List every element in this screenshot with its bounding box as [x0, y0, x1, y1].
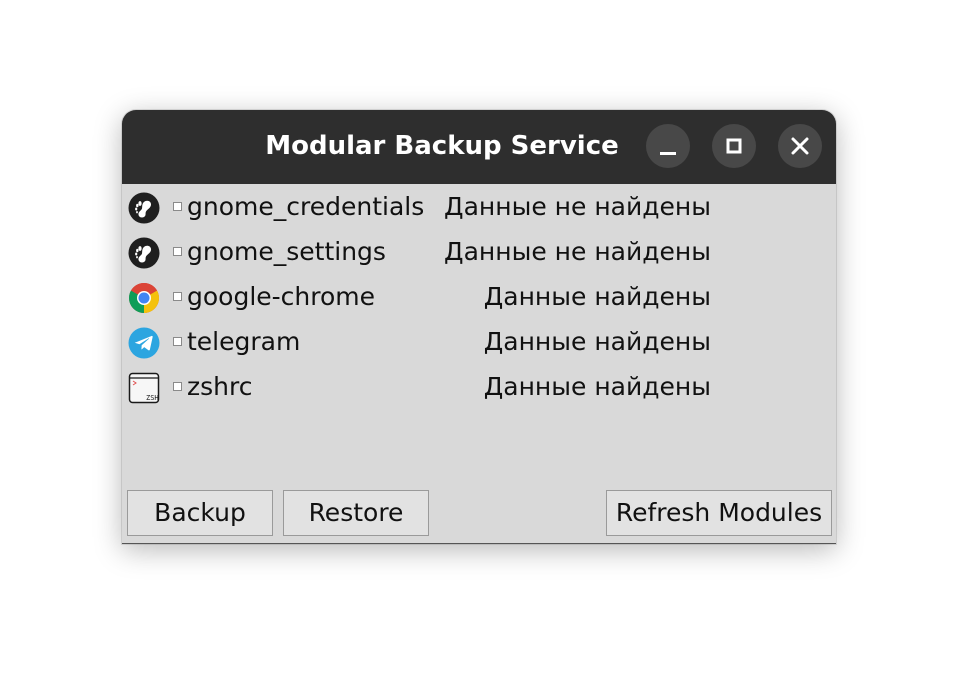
minimize-button[interactable] — [646, 124, 690, 168]
module-name: google-chrome — [187, 282, 376, 311]
module-name: telegram — [187, 327, 301, 356]
telegram-icon — [128, 327, 160, 359]
list-item: gnome_credentials Данные не найдены — [122, 188, 836, 228]
module-checkbox[interactable] — [173, 292, 182, 301]
module-checkbox[interactable] — [173, 337, 182, 346]
chrome-icon — [128, 282, 160, 313]
module-name: zshrc — [187, 372, 253, 401]
gnome-icon — [128, 237, 160, 269]
close-button[interactable] — [778, 124, 822, 168]
list-item: google-chrome Данные найдены — [122, 278, 836, 318]
module-name: gnome_settings — [187, 237, 386, 266]
backup-button[interactable]: Backup — [127, 490, 273, 536]
module-name: gnome_credentials — [187, 192, 425, 221]
module-status: Данные найдены — [483, 327, 711, 356]
list-item: telegram Данные найдены — [122, 323, 836, 363]
list-item: gnome_settings Данные не найдены — [122, 233, 836, 273]
gnome-icon — [128, 192, 160, 224]
maximize-button[interactable] — [712, 124, 756, 168]
minimize-icon — [660, 152, 676, 155]
close-icon — [791, 137, 809, 155]
module-status: Данные найдены — [483, 372, 711, 401]
app-window: Modular Backup Service gnome_credentials… — [122, 110, 836, 544]
svg-text:ZSH: ZSH — [146, 394, 159, 402]
list-item: ZSH zshrc Данные найдены — [122, 368, 836, 408]
terminal-zsh-icon: ZSH — [128, 372, 160, 404]
module-checkbox[interactable] — [173, 247, 182, 256]
maximize-icon — [726, 138, 742, 154]
module-checkbox[interactable] — [173, 202, 182, 211]
module-status: Данные найдены — [483, 282, 711, 311]
module-status: Данные не найдены — [444, 192, 711, 221]
refresh-modules-button[interactable]: Refresh Modules — [606, 490, 832, 536]
module-status: Данные не найдены — [444, 237, 711, 266]
module-checkbox[interactable] — [173, 382, 182, 391]
restore-button[interactable]: Restore — [283, 490, 429, 536]
title-bar[interactable]: Modular Backup Service — [122, 110, 836, 184]
module-list: gnome_credentials Данные не найдены gnom… — [122, 184, 836, 544]
